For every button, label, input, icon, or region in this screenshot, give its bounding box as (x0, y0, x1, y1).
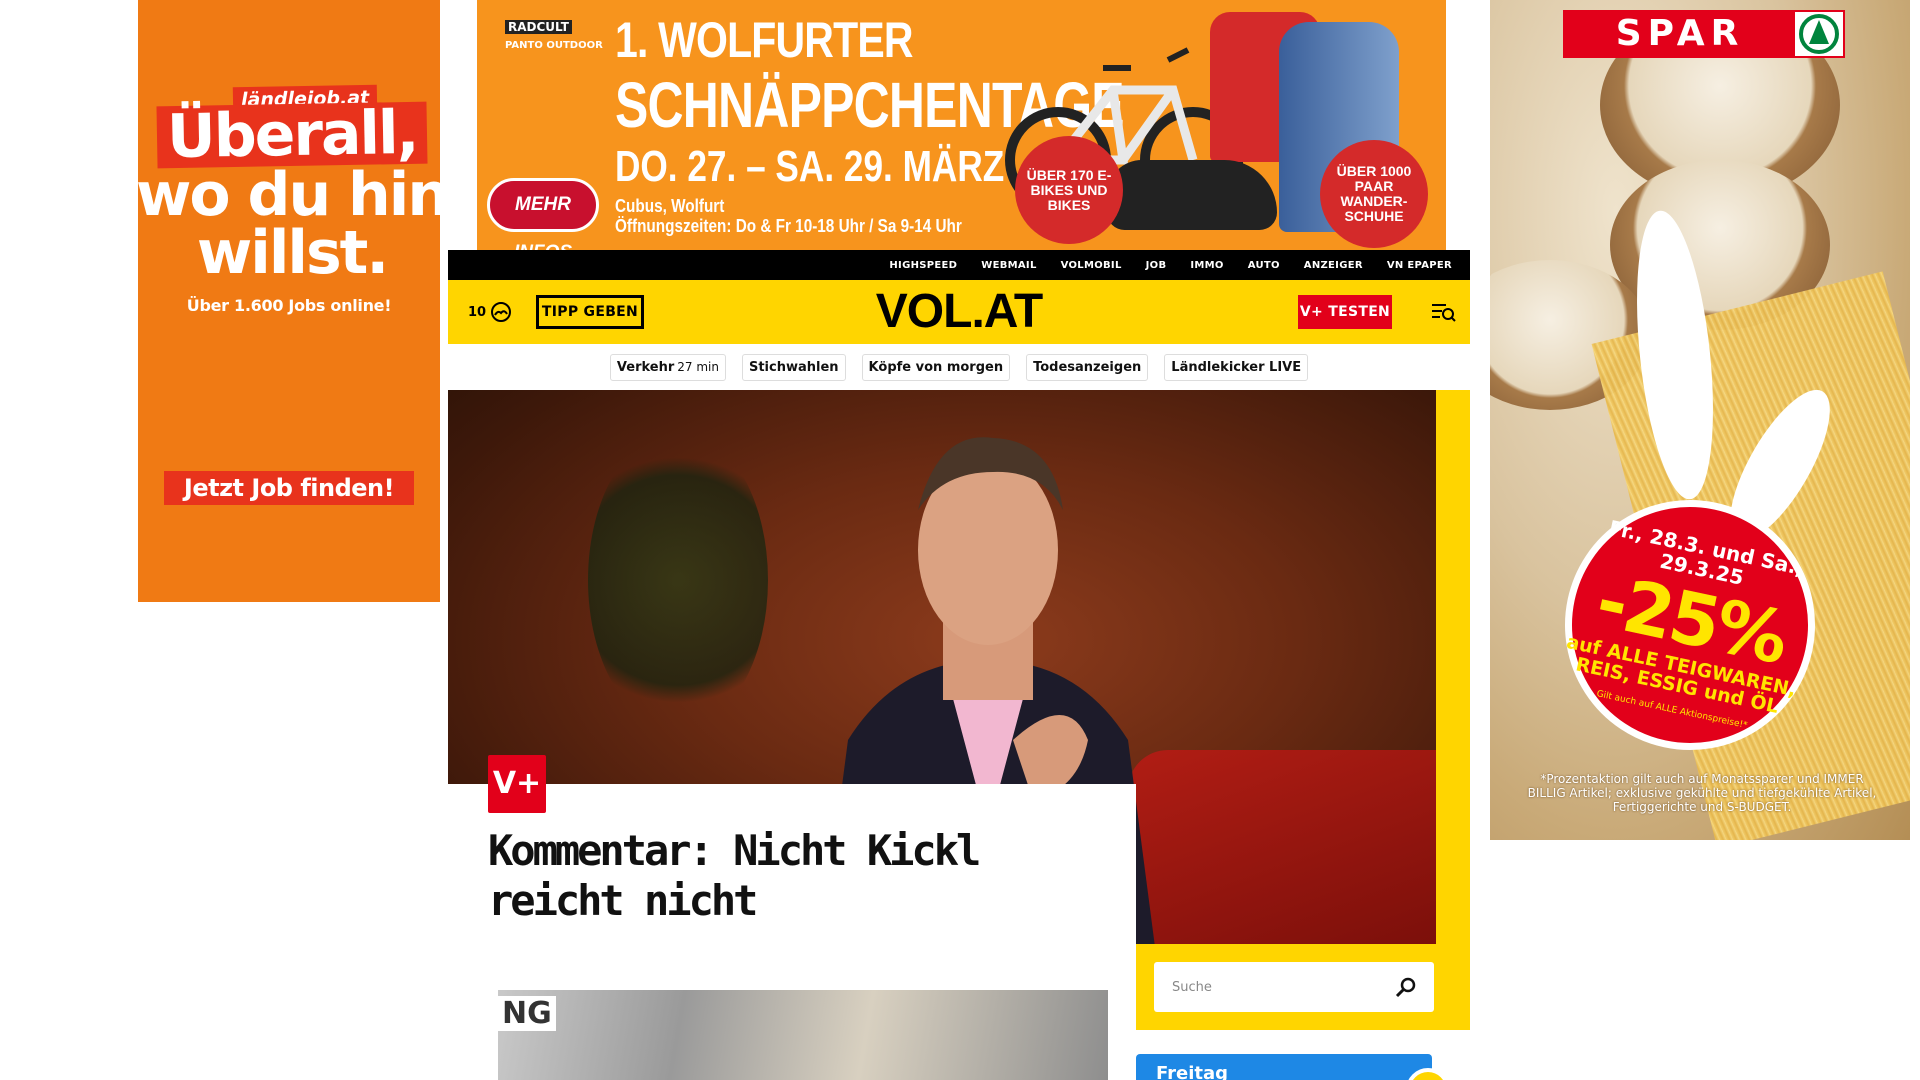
banner-title-1: 1. WOLFURTER (615, 12, 913, 68)
traffic-label: Verkehr (616, 359, 675, 375)
quick-links-bar: Verkehr 27 min Stichwahlen Köpfe von morg… (448, 344, 1470, 390)
chip-todesanzeigen[interactable]: Todesanzeigen (1026, 353, 1149, 381)
ad-headline-line-3: willst. (196, 218, 389, 288)
search-input[interactable] (1154, 962, 1394, 1012)
nav-link-vn-epaper[interactable]: VN EPAPER (1387, 260, 1452, 271)
nav-link-highspeed[interactable]: HIGHSPEED (889, 260, 957, 271)
top-banner-ad[interactable]: RADCULT PANTO OUTDOOR 1. WOLFURTER SCHNÄ… (477, 0, 1446, 250)
search-icon[interactable] (1394, 975, 1418, 999)
menu-search-icon[interactable] (1430, 300, 1456, 324)
ad-headline-line-2: wo du hin (138, 160, 440, 230)
temperature-value: 10 (468, 304, 487, 320)
radcult-logo: RADCULT (505, 20, 572, 34)
nav-link-webmail[interactable]: WEBMAIL (981, 260, 1036, 271)
hero-article: V+ Kommentar: Nicht Kickl reicht nicht N… (448, 390, 1470, 1080)
weather-widget[interactable]: 10 (468, 301, 512, 323)
chip-koepfe-von-morgen[interactable]: Köpfe von morgen (861, 353, 1011, 381)
bikes-badge: ÜBER 170 E-BIKES UND BIKES (1015, 136, 1123, 244)
site-container: HIGHSPEED WEBMAIL VOLMOBIL JOB IMMO AUTO… (448, 250, 1470, 1080)
ad-headline-line-1: Überall, (156, 98, 428, 172)
banner-more-info-button[interactable]: MEHR INFOS (487, 178, 599, 250)
thumbnail-sign-text: NG (498, 996, 556, 1031)
vplus-badge: V+ (488, 755, 546, 813)
ad-cta-button[interactable]: Jetzt Job finden! (164, 471, 414, 505)
plant-shape (588, 430, 768, 730)
spar-logo: SPAR (1563, 10, 1845, 58)
tipp-geben-button[interactable]: TIPP GEBEN (536, 295, 644, 329)
chip-laendlekicker-live[interactable]: Ländlekicker LIVE (1164, 353, 1309, 381)
banner-location: Cubus, Wolfurt (615, 196, 725, 216)
right-spar-ad[interactable]: SPAR Fr., 28.3. und Sa., 29.3.25 -25% au… (1490, 0, 1910, 840)
search-box (1154, 962, 1434, 1012)
panto-logo: PANTO OUTDOOR (505, 40, 603, 51)
chip-traffic[interactable]: Verkehr 27 min (609, 353, 726, 381)
shoe-image (1107, 160, 1277, 230)
site-logo[interactable]: VOL.AT (868, 286, 1050, 338)
weather-day-box[interactable]: Freitag (1136, 1054, 1432, 1080)
nav-link-immo[interactable]: IMMO (1190, 260, 1223, 271)
vplus-testen-button[interactable]: V+ TESTEN (1298, 295, 1392, 329)
spar-tree-icon (1795, 12, 1843, 56)
site-header: 10 TIPP GEBEN VOL.AT V+ TESTEN (448, 280, 1470, 344)
traffic-time: 27 min (677, 359, 719, 374)
chip-stichwahlen[interactable]: Stichwahlen (741, 353, 846, 381)
service-nav: HIGHSPEED WEBMAIL VOLMOBIL JOB IMMO AUTO… (448, 250, 1470, 280)
nav-link-anzeiger[interactable]: ANZEIGER (1304, 260, 1363, 271)
hero-yellow-strip (1436, 390, 1470, 1030)
nav-link-volmobil[interactable]: VOLMOBIL (1061, 260, 1122, 271)
banner-hours: Öffnungszeiten: Do & Fr 10-18 Uhr / Sa 9… (615, 216, 962, 236)
cloud-sun-icon (491, 302, 512, 322)
nav-link-job[interactable]: JOB (1146, 260, 1167, 271)
left-job-ad[interactable]: ländlejob.at Überall, wo du hin willst. … (138, 0, 440, 602)
ad-fine-print: *Prozentaktion gilt auch auf Monatsspare… (1527, 772, 1877, 814)
shoes-badge: ÜBER 1000 PAAR WANDER-SCHUHE (1320, 140, 1428, 248)
ad-subline: Über 1.600 Jobs online! (186, 296, 392, 315)
hero-title[interactable]: Kommentar: Nicht Kickl reicht nicht (488, 826, 1088, 926)
teaser-thumbnail[interactable]: NG (498, 990, 1108, 1080)
nav-link-auto[interactable]: AUTO (1248, 260, 1280, 271)
ad-headline: Überall, wo du hin willst. (138, 98, 440, 288)
banner-dates: DO. 27. – SA. 29. MÄRZ (615, 142, 1005, 191)
